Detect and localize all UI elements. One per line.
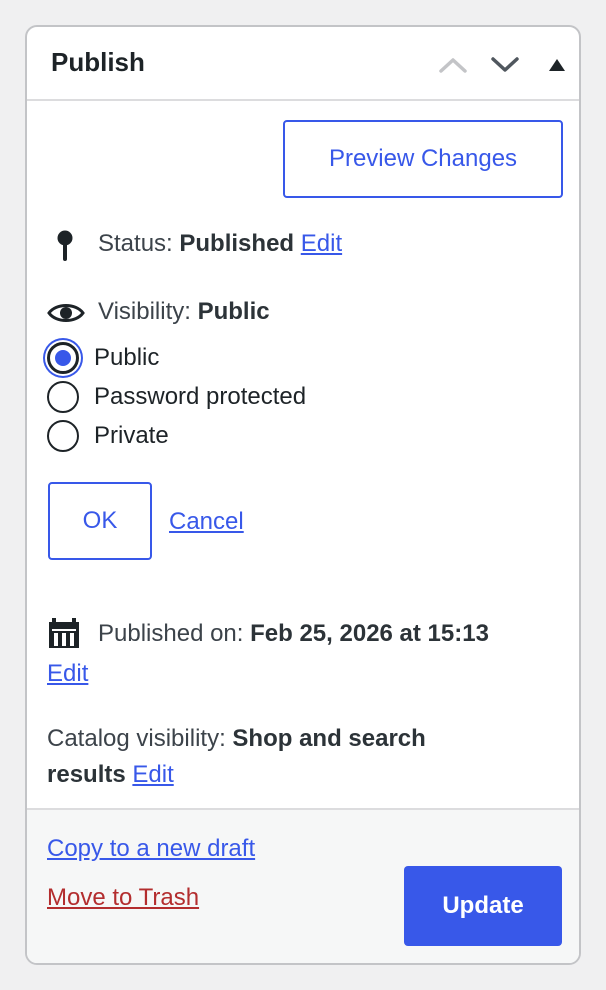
visibility-label: Visibility: — [98, 298, 191, 325]
radio-public-label[interactable]: Public — [94, 343, 159, 373]
move-to-trash-link[interactable]: Move to Trash — [47, 883, 199, 913]
catalog-visibility-row: Catalog visibility: Shop and search — [47, 724, 426, 754]
visibility-ok-button[interactable]: OK — [48, 482, 152, 560]
eye-icon — [47, 304, 85, 322]
radio-public[interactable] — [47, 342, 79, 374]
chevron-up-icon — [439, 58, 467, 73]
published-on-edit-link[interactable]: Edit — [47, 659, 88, 689]
calendar-icon — [49, 618, 79, 648]
catalog-visibility-value-line1: Shop and search — [232, 725, 426, 752]
panel-title: Publish — [51, 47, 145, 77]
catalog-visibility-edit-link[interactable]: Edit — [132, 761, 173, 788]
update-button[interactable]: Update — [404, 866, 562, 946]
copy-to-new-draft-link[interactable]: Copy to a new draft — [47, 834, 255, 864]
visibility-row: Visibility: Public — [98, 297, 270, 327]
visibility-cancel-link[interactable]: Cancel — [169, 507, 244, 537]
published-on-row: Published on: Feb 25, 2026 at 15:13 — [98, 619, 489, 649]
catalog-visibility-value-line2: results — [47, 761, 126, 788]
move-up-button[interactable] — [435, 47, 471, 83]
radio-private[interactable] — [47, 420, 79, 452]
chevron-down-icon — [491, 57, 519, 72]
triangle-up-icon — [549, 59, 565, 71]
published-on-label: Published on: — [98, 620, 244, 647]
catalog-visibility-label: Catalog visibility: — [47, 725, 226, 752]
toggle-panel-button[interactable] — [539, 47, 575, 83]
catalog-visibility-row-2: results Edit — [47, 760, 174, 790]
status-label: Status: — [98, 230, 173, 257]
status-row: Status: Published Edit — [98, 229, 342, 259]
radio-password-protected[interactable] — [47, 381, 79, 413]
visibility-value: Public — [197, 298, 270, 325]
radio-private-label[interactable]: Private — [94, 421, 169, 451]
pin-icon — [57, 230, 73, 261]
move-down-button[interactable] — [487, 47, 523, 83]
radio-password-protected-label[interactable]: Password protected — [94, 382, 306, 412]
publish-panel: Publish Preview Changes Status: Publishe… — [25, 25, 581, 965]
preview-changes-button[interactable]: Preview Changes — [283, 120, 563, 198]
published-on-value: Feb 25, 2026 at 15:13 — [250, 620, 489, 647]
status-edit-link[interactable]: Edit — [301, 230, 342, 257]
status-value: Published — [179, 230, 295, 257]
panel-header: Publish — [27, 27, 579, 101]
